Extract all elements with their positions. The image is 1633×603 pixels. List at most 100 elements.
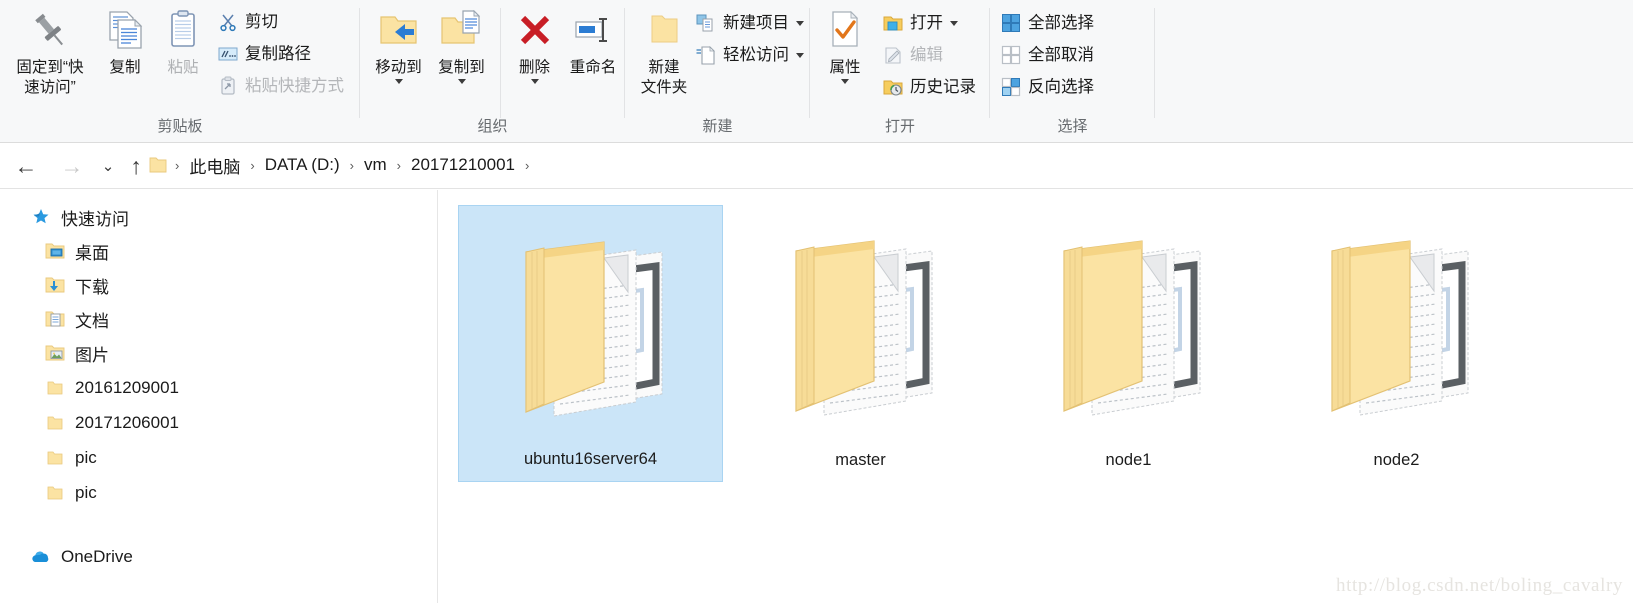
sidebar-item-pic-2[interactable]: pic (0, 476, 437, 510)
file-item-node1[interactable]: node1 (996, 205, 1261, 482)
file-label-node1: node1 (1105, 451, 1152, 469)
paste-button[interactable]: 粘贴 (156, 4, 210, 78)
sidebar-item-documents[interactable]: 文档 (0, 302, 437, 336)
file-list-pane: ubuntu16server64 master node1 node2 http… (438, 190, 1633, 603)
breadcrumb-separator: › (175, 157, 180, 173)
select-none-button[interactable]: 全部取消 (998, 41, 1094, 69)
folder-icon (44, 482, 66, 504)
sidebar-item-20171206001[interactable]: 20171206001 (0, 406, 437, 440)
file-label-ubuntu16server64: ubuntu16server64 (523, 450, 657, 468)
file-item-node2[interactable]: node2 (1264, 205, 1529, 482)
watermark-text: http://blog.csdn.net/boling_cavalry (1336, 575, 1623, 596)
paste-icon (156, 4, 210, 56)
file-label-master: master (835, 451, 886, 469)
sidebar-item-desktop[interactable]: 桌面 (0, 234, 437, 268)
sidebar-label-20161209001: 20161209001 (75, 378, 180, 397)
chevron-down-icon[interactable] (457, 79, 466, 84)
breadcrumb-item-0[interactable]: 此电脑 (186, 153, 243, 178)
breadcrumb-item-1[interactable]: DATA (D:) (262, 155, 343, 175)
copy-label: 复制 (109, 59, 141, 76)
copy-path-label: 复制路径 (245, 45, 311, 63)
paste-shortcut-button[interactable]: 粘贴快捷方式 (215, 72, 344, 100)
copy-to-button[interactable]: 复制到 (430, 4, 493, 84)
copy-button[interactable]: 复制 (96, 4, 154, 78)
breadcrumb: › 此电脑 › DATA (D:) › vm › 20171210001 › (148, 148, 536, 182)
breadcrumb-separator: › (349, 157, 354, 173)
invert-selection-button[interactable]: 反向选择 (998, 73, 1094, 101)
rename-button[interactable]: 重命名 (560, 4, 626, 78)
sidebar-item-downloads[interactable]: 下载 (0, 268, 437, 302)
history-icon (880, 75, 906, 99)
star-pin-icon (30, 206, 52, 228)
sidebar-item-quick-access[interactable]: 快速访问 (0, 200, 437, 234)
chevron-down-icon[interactable] (530, 79, 539, 84)
select-all-button[interactable]: 全部选择 (998, 9, 1094, 37)
file-label-node2: node2 (1373, 451, 1420, 469)
cut-button[interactable]: 剪切 (215, 8, 278, 36)
sidebar-label-pic-1: pic (75, 448, 97, 467)
desktop-folder-icon (44, 240, 66, 262)
history-button[interactable]: 历史记录 (880, 73, 976, 101)
group-separator (1154, 8, 1155, 118)
select-all-label: 全部选择 (1028, 14, 1094, 32)
copy-to-label: 复制到 (438, 59, 485, 76)
easy-access-label: 轻松访问 (723, 46, 789, 64)
invert-selection-label: 反向选择 (1028, 78, 1094, 96)
folder-icon (44, 377, 66, 399)
sidebar-label-pictures: 图片 (75, 345, 109, 365)
breadcrumb-separator: › (250, 157, 255, 173)
chevron-down-icon[interactable] (950, 20, 958, 26)
sidebar-item-onedrive[interactable]: OneDrive (0, 540, 437, 574)
paste-label: 粘贴 (167, 59, 199, 76)
easy-access-button[interactable]: 轻松访问 (693, 41, 804, 69)
breadcrumb-folder-icon[interactable] (148, 156, 168, 174)
easy-access-icon (693, 43, 719, 67)
recent-locations-button[interactable]: ⌄ (94, 152, 122, 180)
breadcrumb-item-2[interactable]: vm (361, 155, 390, 175)
select-none-label: 全部取消 (1028, 46, 1094, 64)
invert-selection-icon (998, 75, 1024, 99)
sidebar-item-pic-1[interactable]: pic (0, 441, 437, 475)
chevron-down-icon[interactable] (796, 20, 804, 26)
properties-button[interactable]: 属性 (816, 4, 874, 84)
copy-icon (96, 4, 154, 56)
delete-button[interactable]: 删除 (508, 4, 561, 84)
address-bar: ← → ⌄ ↑ › 此电脑 › DATA (D:) › vm › 2017121… (0, 143, 1633, 189)
new-folder-button[interactable]: 新建 文件夹 (633, 4, 695, 98)
downloads-folder-icon (44, 274, 66, 296)
new-folder-label-line1: 新建 (648, 59, 680, 76)
chevron-down-icon[interactable] (394, 79, 403, 84)
pin-to-quick-access-button[interactable]: 固定到“快 速访问” (8, 4, 92, 98)
ribbon-group-select: 全部选择 全部取消 反向选择 选择 (990, 0, 1155, 142)
sidebar-item-pictures[interactable]: 图片 (0, 336, 437, 370)
new-item-button[interactable]: 新建项目 (693, 9, 804, 37)
file-item-master[interactable]: master (728, 205, 993, 482)
edit-button[interactable]: 编辑 (880, 41, 943, 69)
pin-to-quick-access-label-line2: 速访问” (24, 79, 76, 96)
documents-folder-icon (44, 308, 66, 330)
forward-button[interactable]: → (58, 152, 86, 180)
pin-to-quick-access-label-line1: 固定到“快 (16, 59, 84, 76)
ribbon-group-new: 新建 文件夹 新建项目 轻松访问 新建 (625, 0, 810, 142)
up-button[interactable]: ↑ (122, 152, 150, 180)
file-item-ubuntu16server64[interactable]: ubuntu16server64 (458, 205, 723, 482)
breadcrumb-item-3[interactable]: 20171210001 (408, 155, 518, 175)
group-label-clipboard: 剪贴板 (157, 118, 203, 135)
onedrive-cloud-icon (30, 546, 52, 568)
new-item-icon (693, 11, 719, 35)
move-to-label: 移动到 (375, 59, 422, 76)
open-button[interactable]: 打开 (880, 9, 958, 37)
new-folder-icon (633, 4, 695, 56)
navigation-pane: 快速访问 桌面 下载 文档 图片 20161209001 20171206001… (0, 190, 437, 603)
copy-path-icon (215, 42, 241, 66)
back-button[interactable]: ← (12, 152, 40, 180)
sidebar-item-20161209001[interactable]: 20161209001 (0, 371, 437, 405)
copy-path-button[interactable]: 复制路径 (215, 40, 311, 68)
sidebar-label-quick-access: 快速访问 (61, 209, 129, 229)
sidebar-label-onedrive: OneDrive (61, 547, 133, 566)
move-to-button[interactable]: 移动到 (367, 4, 430, 84)
sidebar-label-pic-2: pic (75, 483, 97, 502)
cut-label: 剪切 (245, 13, 278, 31)
chevron-down-icon[interactable] (841, 79, 849, 84)
chevron-down-icon[interactable] (796, 52, 804, 58)
